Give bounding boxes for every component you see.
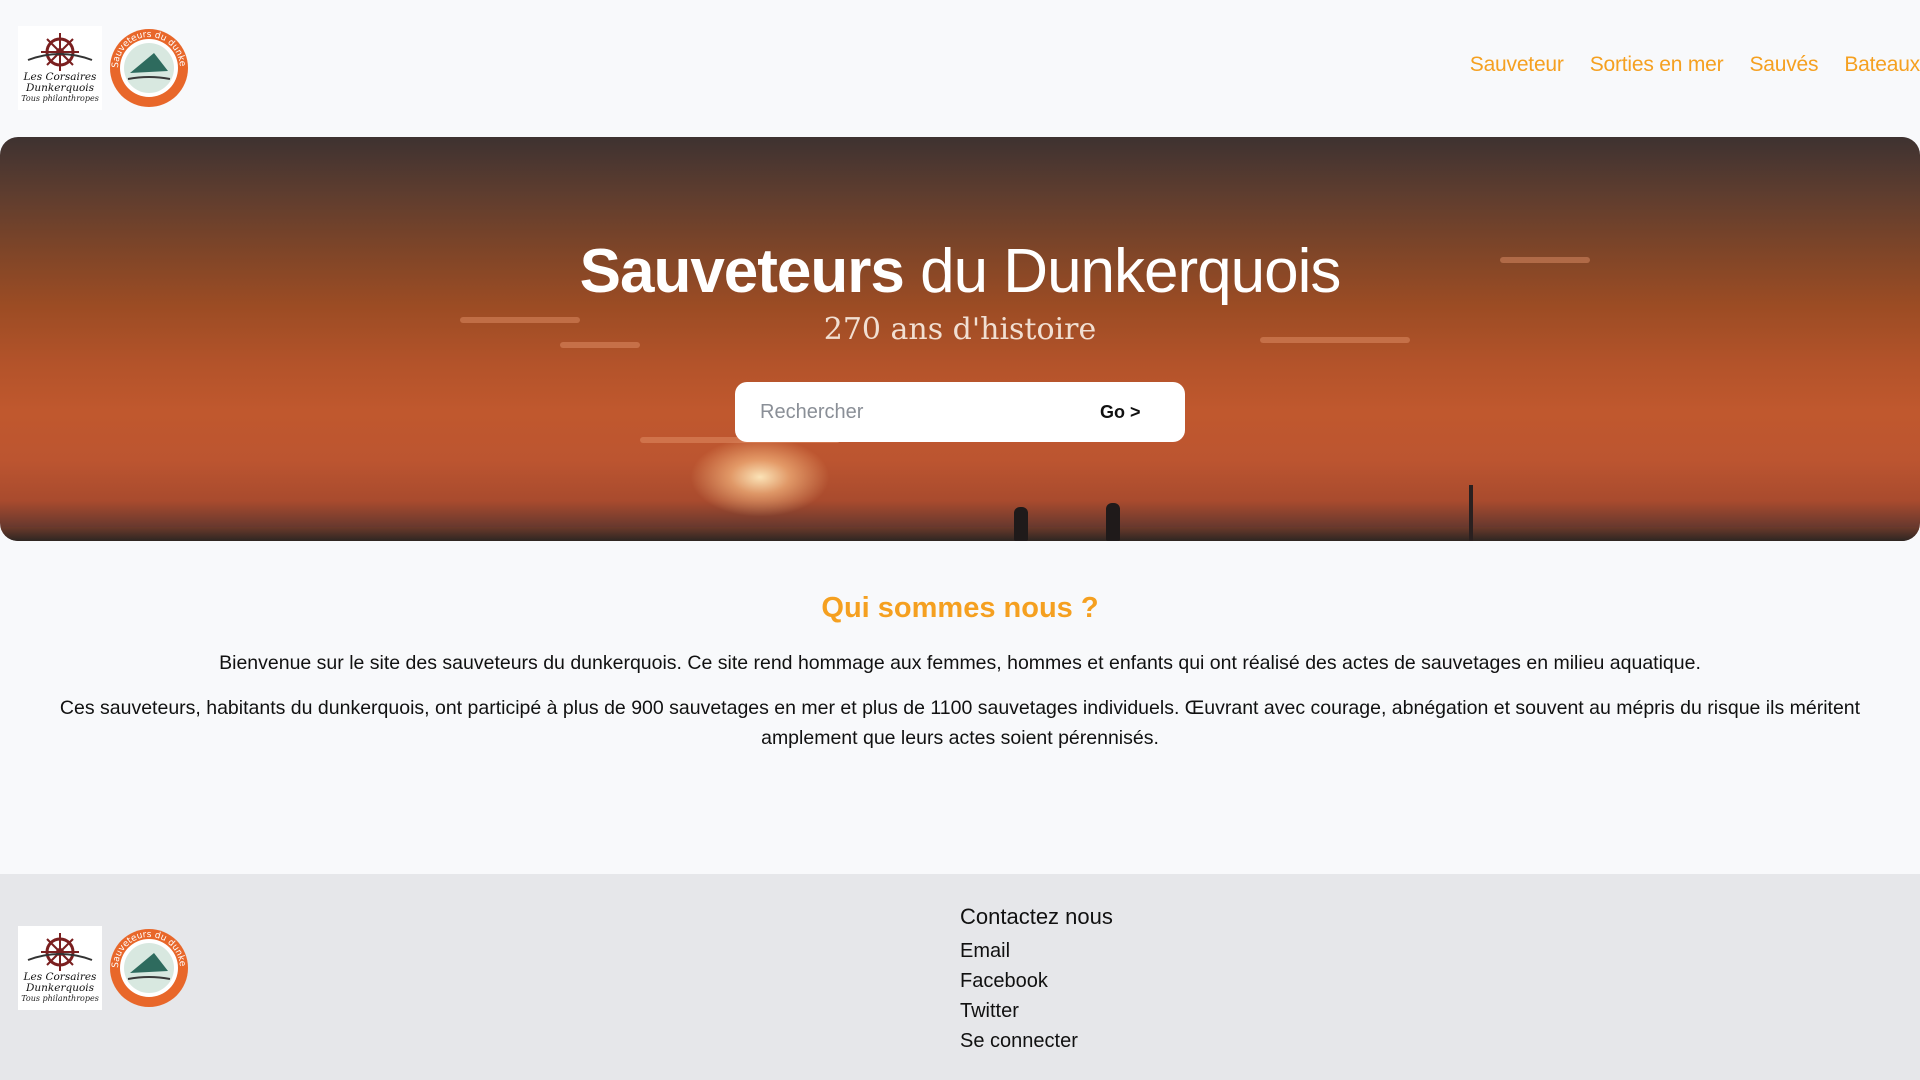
search-bar: Go > [735,382,1185,442]
corsaires-logo[interactable]: Les Corsaires Dunkerquois Tous philanthr… [18,26,102,110]
corsaires-logo-line2: Dunkerquois [25,982,95,994]
ship-wheel-icon [27,33,93,71]
silhouette-person [1106,503,1120,541]
nav-sauveteur[interactable]: Sauveteur [1470,53,1564,77]
silhouette-person [1014,507,1028,541]
about-paragraph-1: Bienvenue sur le site des sauveteurs du … [219,652,1701,674]
hero-title: Sauveteurs du Dunkerquois [0,237,1920,307]
footer-link-email[interactable]: Email [960,936,1113,966]
about-title: Qui sommes nous ? [821,592,1099,624]
corsaires-logo-line3: Tous philanthropes [21,94,99,103]
contact-section: Contactez nous Email Facebook Twitter Se… [960,904,1113,1056]
footer-link-facebook[interactable]: Facebook [960,966,1113,996]
main-nav: Sauveteur Sorties en mer Sauvés Bateaux [1470,53,1920,77]
lifebuoy-logo[interactable]: Sauveteurs du dunkerquois [108,27,190,109]
nav-sauves[interactable]: Sauvés [1749,53,1818,77]
site-footer: Les Corsaires Dunkerquois Tous philanthr… [0,874,1920,1080]
search-input[interactable] [735,382,1075,442]
hero-title-rest: du Dunkerquois [903,237,1341,306]
footer-logos[interactable]: Les Corsaires Dunkerquois Tous philanthr… [18,926,190,1010]
horizon-shoreline [0,527,1920,541]
lifebuoy-logo[interactable]: Sauveteurs du dunkerquois [108,927,190,1009]
about-paragraph-2: Ces sauveteurs, habitants du dunkerquois… [59,697,1861,749]
site-header: Les Corsaires Dunkerquois Tous philanthr… [0,0,1920,137]
sunset-sun [690,437,830,517]
contact-title: Contactez nous [960,904,1113,929]
header-logos[interactable]: Les Corsaires Dunkerquois Tous philanthr… [18,26,190,110]
corsaires-logo-line3: Tous philanthropes [21,994,99,1003]
hero-banner: Sauveteurs du Dunkerquois 270 ans d'hist… [0,137,1920,541]
corsaires-logo-line2: Dunkerquois [25,82,95,94]
hero-title-bold: Sauveteurs [579,237,905,306]
corsaires-logo[interactable]: Les Corsaires Dunkerquois Tous philanthr… [18,926,102,1010]
footer-link-login[interactable]: Se connecter [960,1026,1113,1056]
nav-sorties-en-mer[interactable]: Sorties en mer [1590,53,1724,77]
search-go-button[interactable]: Go > [1100,402,1141,423]
footer-link-twitter[interactable]: Twitter [960,996,1113,1026]
silhouette-post [1469,485,1473,541]
nav-bateaux[interactable]: Bateaux [1844,53,1920,77]
ship-wheel-icon [27,933,93,971]
hero-subtitle: 270 ans d'histoire [823,312,1097,347]
